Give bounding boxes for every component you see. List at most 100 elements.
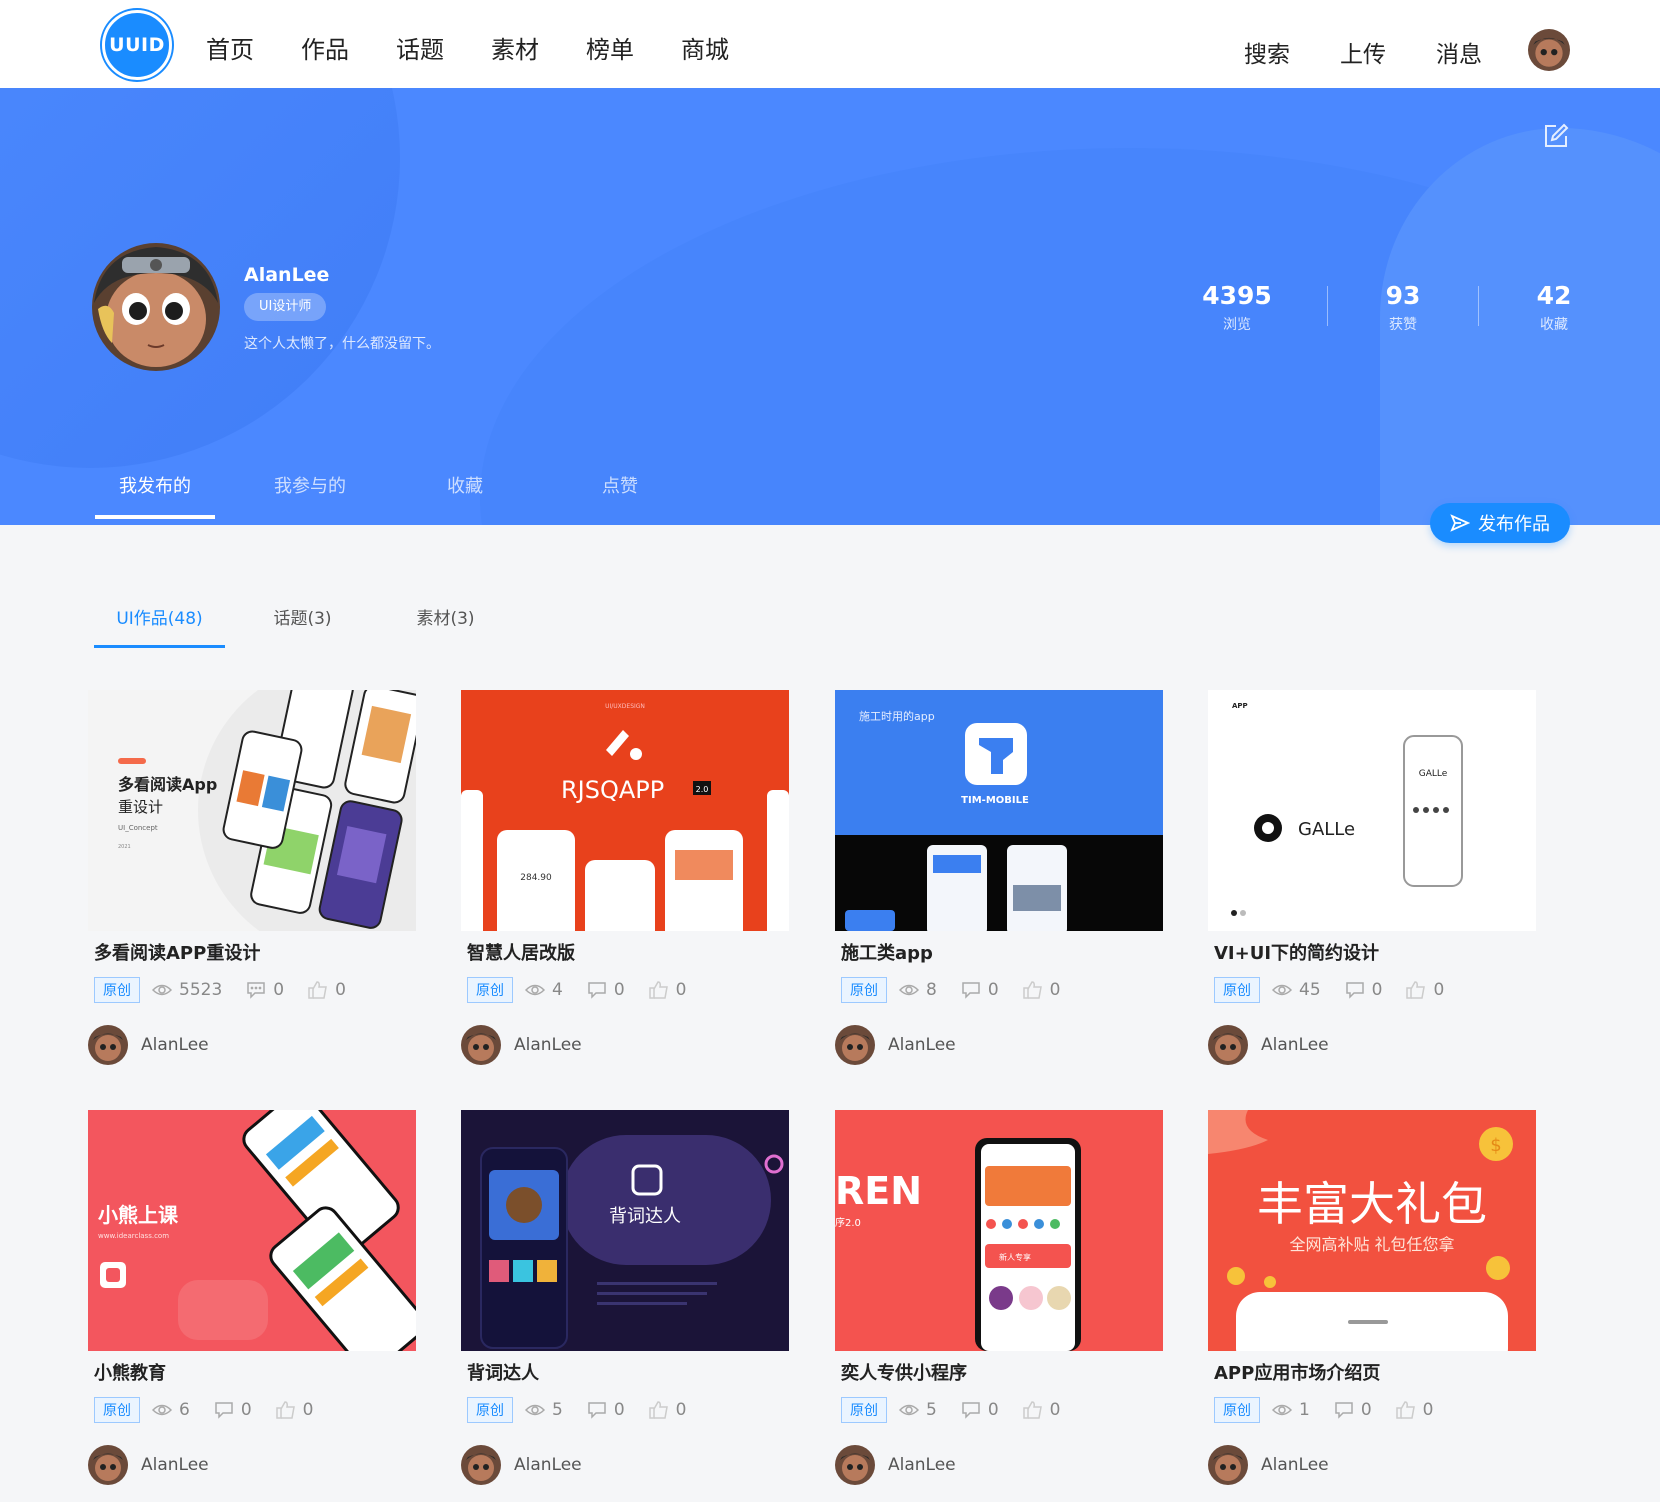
- work-thumbnail[interactable]: 背词达人: [461, 1110, 789, 1351]
- author-name: AlanLee: [1261, 1035, 1329, 1055]
- publish-work-button[interactable]: 发布作品: [1430, 503, 1570, 543]
- work-author[interactable]: AlanLee: [88, 1025, 416, 1065]
- nav-item-rankings[interactable]: 榜单: [586, 30, 634, 65]
- like-count-value: 0: [1433, 980, 1445, 1000]
- comment-count[interactable]: 0: [1345, 980, 1383, 1000]
- work-thumbnail[interactable]: 多看阅读App 重设计 UI_Concept 2021: [88, 690, 416, 931]
- thumb-text: RJSQAPP: [561, 776, 664, 804]
- edit-profile-icon[interactable]: [1543, 123, 1569, 149]
- work-title[interactable]: 背词达人: [467, 1359, 789, 1385]
- thumb-text: 背词达人: [609, 1206, 681, 1227]
- work-card[interactable]: 背词达人 背词达人 原创 5 0 0 AlanLee: [461, 1110, 789, 1485]
- author-avatar: [461, 1025, 501, 1065]
- comment-count[interactable]: 0: [587, 1400, 625, 1420]
- tab-liked[interactable]: 点赞: [560, 472, 680, 512]
- nav-item-topics[interactable]: 话题: [396, 30, 444, 65]
- work-card[interactable]: 多看阅读App 重设计 UI_Concept 2021 多看阅读APP重设计 原…: [88, 690, 416, 1065]
- original-badge: 原创: [841, 1397, 887, 1423]
- comment-count[interactable]: 0: [587, 980, 625, 1000]
- comment-count[interactable]: 0: [246, 980, 284, 1000]
- stat-likes-value: 93: [1385, 281, 1421, 310]
- work-title[interactable]: 施工类app: [841, 939, 1163, 965]
- view-count: 4: [525, 980, 563, 1000]
- nav-item-works[interactable]: 作品: [301, 30, 349, 65]
- work-thumbnail[interactable]: $ 丰富大礼包 全网高补贴 礼包任您拿: [1208, 1110, 1536, 1351]
- work-meta: 原创 5 0 0: [467, 1397, 789, 1423]
- view-count-value: 1: [1299, 1400, 1310, 1420]
- tab-topics[interactable]: 话题(3): [237, 604, 368, 645]
- profile-tabs: 我发布的 我参与的 收藏 点赞: [95, 472, 715, 519]
- author-name: AlanLee: [141, 1035, 209, 1055]
- comment-icon: [588, 982, 606, 999]
- work-author[interactable]: AlanLee: [835, 1445, 1163, 1485]
- thumb-text: UI_Concept: [118, 824, 158, 832]
- work-meta: 原创 5 0 0: [841, 1397, 1163, 1423]
- tab-my-published[interactable]: 我发布的: [95, 472, 215, 519]
- like-count[interactable]: 0: [1022, 1400, 1060, 1420]
- work-meta: 原创 6 0 0: [94, 1397, 416, 1423]
- user-avatar[interactable]: [1528, 29, 1570, 71]
- work-title[interactable]: 多看阅读APP重设计: [94, 939, 416, 965]
- like-count[interactable]: 0: [1395, 1400, 1433, 1420]
- work-card[interactable]: REN 序2.0 新人专享 奕人专供小程序 原创 5 0 0 AlanLee: [835, 1110, 1163, 1485]
- work-thumbnail[interactable]: 施工时用的app TIM-MOBILE: [835, 690, 1163, 931]
- thumb-text: 2.0: [696, 785, 709, 794]
- comment-icon: [215, 1402, 233, 1419]
- work-card[interactable]: APP GALLe GALLe VI+UI下的简约设计 原创 45 0 0 Al…: [1208, 690, 1536, 1065]
- tab-materials[interactable]: 素材(3): [380, 604, 511, 645]
- view-count: 8: [899, 980, 937, 1000]
- thumb-text: UI/UXDESIGN: [605, 703, 645, 710]
- tab-favorites[interactable]: 收藏: [405, 472, 525, 512]
- comment-count[interactable]: 0: [961, 1400, 999, 1420]
- work-author[interactable]: AlanLee: [835, 1025, 1163, 1065]
- work-card[interactable]: 小熊上课 www.idearclass.com 小熊教育 原创 6 0 0 Al…: [88, 1110, 416, 1485]
- like-count-value: 0: [1049, 980, 1061, 1000]
- thumb-text: 全网高补贴 礼包任您拿: [1289, 1235, 1454, 1254]
- user-nav: 搜索 上传 消息: [1194, 35, 1482, 69]
- tab-my-participated[interactable]: 我参与的: [250, 472, 370, 512]
- work-thumbnail[interactable]: UI/UXDESIGN RJSQAPP 2.0 284.90: [461, 690, 789, 931]
- work-meta: 原创 8 0 0: [841, 977, 1163, 1003]
- work-thumbnail[interactable]: 小熊上课 www.idearclass.com: [88, 1110, 416, 1351]
- tab-ui-works[interactable]: UI作品(48): [94, 604, 225, 648]
- work-author[interactable]: AlanLee: [461, 1445, 789, 1485]
- comment-icon: [1335, 1402, 1353, 1419]
- like-count[interactable]: 0: [1022, 980, 1061, 1000]
- work-title[interactable]: 小熊教育: [94, 1359, 416, 1385]
- work-card[interactable]: UI/UXDESIGN RJSQAPP 2.0 284.90 智慧人居改版 原创…: [461, 690, 789, 1065]
- author-avatar: [1208, 1445, 1248, 1485]
- site-logo[interactable]: UUID: [102, 10, 172, 80]
- view-count: 1: [1272, 1400, 1310, 1420]
- work-title[interactable]: APP应用市场介绍页: [1214, 1359, 1536, 1385]
- work-title[interactable]: VI+UI下的简约设计: [1214, 939, 1536, 965]
- profile-avatar: [92, 243, 220, 371]
- work-card[interactable]: $ 丰富大礼包 全网高补贴 礼包任您拿 APP应用市场介绍页 原创 1 0 0 …: [1208, 1110, 1536, 1485]
- comment-count[interactable]: 0: [961, 980, 999, 1000]
- work-thumbnail[interactable]: APP GALLe GALLe: [1208, 690, 1536, 931]
- stat-favorites-label: 收藏: [1540, 317, 1568, 333]
- nav-messages-link[interactable]: 消息: [1436, 35, 1482, 69]
- like-count[interactable]: 0: [275, 1400, 314, 1420]
- nav-upload-link[interactable]: 上传: [1340, 35, 1386, 69]
- comment-count[interactable]: 0: [1334, 1400, 1372, 1420]
- comment-count-value: 0: [1371, 980, 1383, 1000]
- nav-item-shop[interactable]: 商城: [681, 30, 729, 65]
- work-card[interactable]: 施工时用的app TIM-MOBILE 施工类app 原创 8 0 0 Alan…: [835, 690, 1163, 1065]
- nav-item-materials[interactable]: 素材: [491, 30, 539, 65]
- work-title[interactable]: 智慧人居改版: [467, 939, 789, 965]
- work-thumbnail[interactable]: REN 序2.0 新人专享: [835, 1110, 1163, 1351]
- like-count[interactable]: 0: [308, 980, 346, 1000]
- like-count[interactable]: 0: [1406, 980, 1444, 1000]
- like-count[interactable]: 0: [648, 1400, 686, 1420]
- work-title[interactable]: 奕人专供小程序: [841, 1359, 1163, 1385]
- work-author[interactable]: AlanLee: [1208, 1445, 1536, 1485]
- work-author[interactable]: AlanLee: [1208, 1025, 1536, 1065]
- comment-count[interactable]: 0: [214, 1400, 252, 1420]
- work-author[interactable]: AlanLee: [88, 1445, 416, 1485]
- nav-item-home[interactable]: 首页: [206, 30, 254, 65]
- author-avatar: [88, 1445, 128, 1485]
- nav-search-link[interactable]: 搜索: [1244, 35, 1290, 69]
- like-count-value: 0: [302, 1400, 314, 1420]
- work-author[interactable]: AlanLee: [461, 1025, 789, 1065]
- like-count[interactable]: 0: [648, 980, 686, 1000]
